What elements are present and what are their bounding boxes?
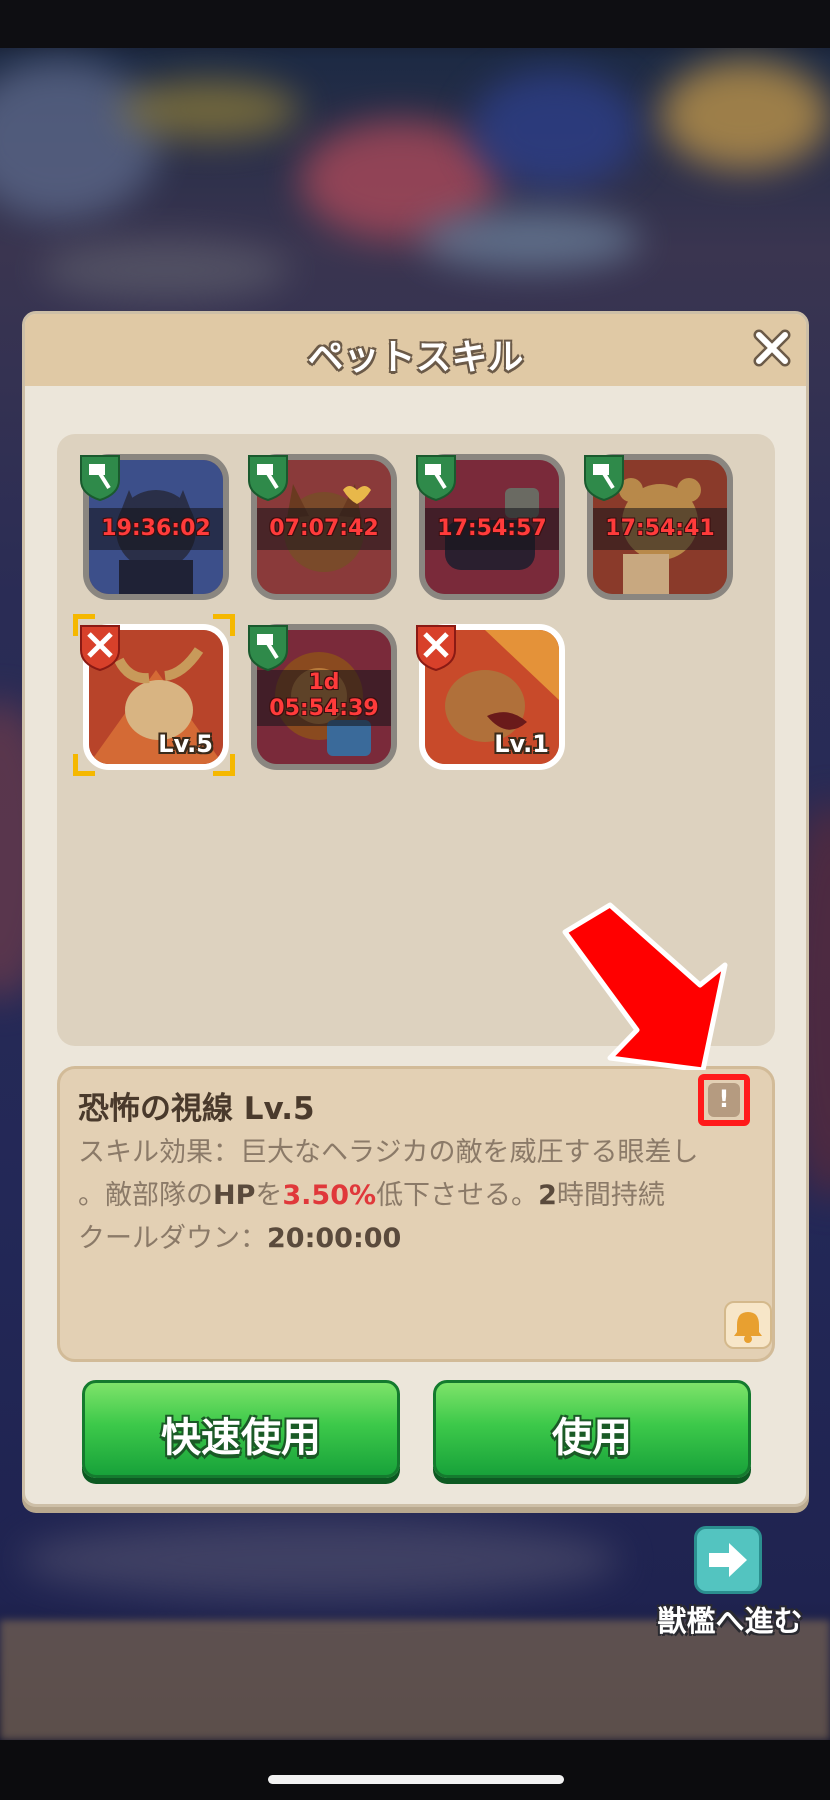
hammer-badge-icon xyxy=(80,455,120,502)
cooldown-line: クールダウン：20:00:00 xyxy=(78,1217,758,1260)
go-to-pet-cage-button[interactable] xyxy=(694,1526,762,1594)
dialog-header: ペットスキル xyxy=(25,314,806,386)
quick-use-label: 快速使用 xyxy=(161,1415,321,1461)
quick-use-button[interactable]: 快速使用 xyxy=(82,1380,400,1478)
cooldown-timer: 17:54:57 xyxy=(437,516,547,541)
cooldown-timer: 07:07:42 xyxy=(269,516,379,541)
selection-corner xyxy=(73,614,95,636)
selection-corner xyxy=(213,614,235,636)
cooldown-timer: 19:36:02 xyxy=(101,516,211,541)
skill-level: Lv.5 xyxy=(158,730,213,758)
effect-duration: 2 xyxy=(538,1180,557,1211)
skill-name: 恐怖の視線 Lv.5 xyxy=(78,1091,315,1127)
skill-description: スキル効果：巨大なヘラジカの敵を威圧する眼差し 。敵部隊のHPを3.50%低下さ… xyxy=(78,1131,758,1260)
cooldown-timer: 17:54:41 xyxy=(605,516,715,541)
home-indicator[interactable] xyxy=(268,1775,564,1784)
selection-corner xyxy=(73,754,95,776)
selection-corner xyxy=(213,754,235,776)
use-label: 使用 xyxy=(552,1415,632,1461)
hammer-badge-icon xyxy=(248,455,288,502)
hammer-badge-icon xyxy=(584,455,624,502)
effect-hp: HP xyxy=(213,1180,256,1211)
effect-text: 低下させる。 xyxy=(376,1180,539,1211)
status-bar xyxy=(0,0,830,48)
effect-duration-text: 時間持続 xyxy=(556,1180,665,1211)
dialog-title: ペットスキル xyxy=(307,337,524,378)
effect-value: 3.50% xyxy=(282,1180,377,1211)
swords-badge-icon xyxy=(416,625,456,672)
arrow-right-icon xyxy=(709,1543,747,1577)
red-pointer-arrow-icon xyxy=(562,902,728,1070)
hammer-badge-icon xyxy=(248,625,288,672)
effect-text: 。敵部隊の xyxy=(78,1180,213,1211)
cooldown-value: 20:00:00 xyxy=(267,1223,402,1254)
cooldown-day: 1d xyxy=(308,670,340,695)
effect-text: を xyxy=(255,1180,283,1211)
info-highlight-box xyxy=(698,1074,750,1126)
hammer-badge-icon xyxy=(416,455,456,502)
skill-effect-line2: 。敵部隊のHPを3.50%低下させる。2時間持続 xyxy=(78,1174,758,1217)
skill-detail-panel: 恐怖の視線 Lv.5 ! スキル効果：巨大なヘラジカの敵を威圧する眼差し 。敵部… xyxy=(57,1066,775,1362)
bell-icon xyxy=(734,1312,762,1343)
use-button[interactable]: 使用 xyxy=(433,1380,751,1478)
skill-level: Lv.1 xyxy=(494,730,549,758)
cooldown-timer: 05:54:39 xyxy=(269,696,379,721)
notification-button[interactable] xyxy=(724,1301,772,1349)
go-to-pet-cage-label: 獣檻へ進む xyxy=(657,1604,803,1638)
close-icon[interactable] xyxy=(752,328,792,368)
home-bar xyxy=(0,1740,830,1800)
cooldown-label: クールダウン： xyxy=(78,1223,267,1254)
skill-effect-line1: スキル効果：巨大なヘラジカの敵を威圧する眼差し xyxy=(78,1137,699,1168)
